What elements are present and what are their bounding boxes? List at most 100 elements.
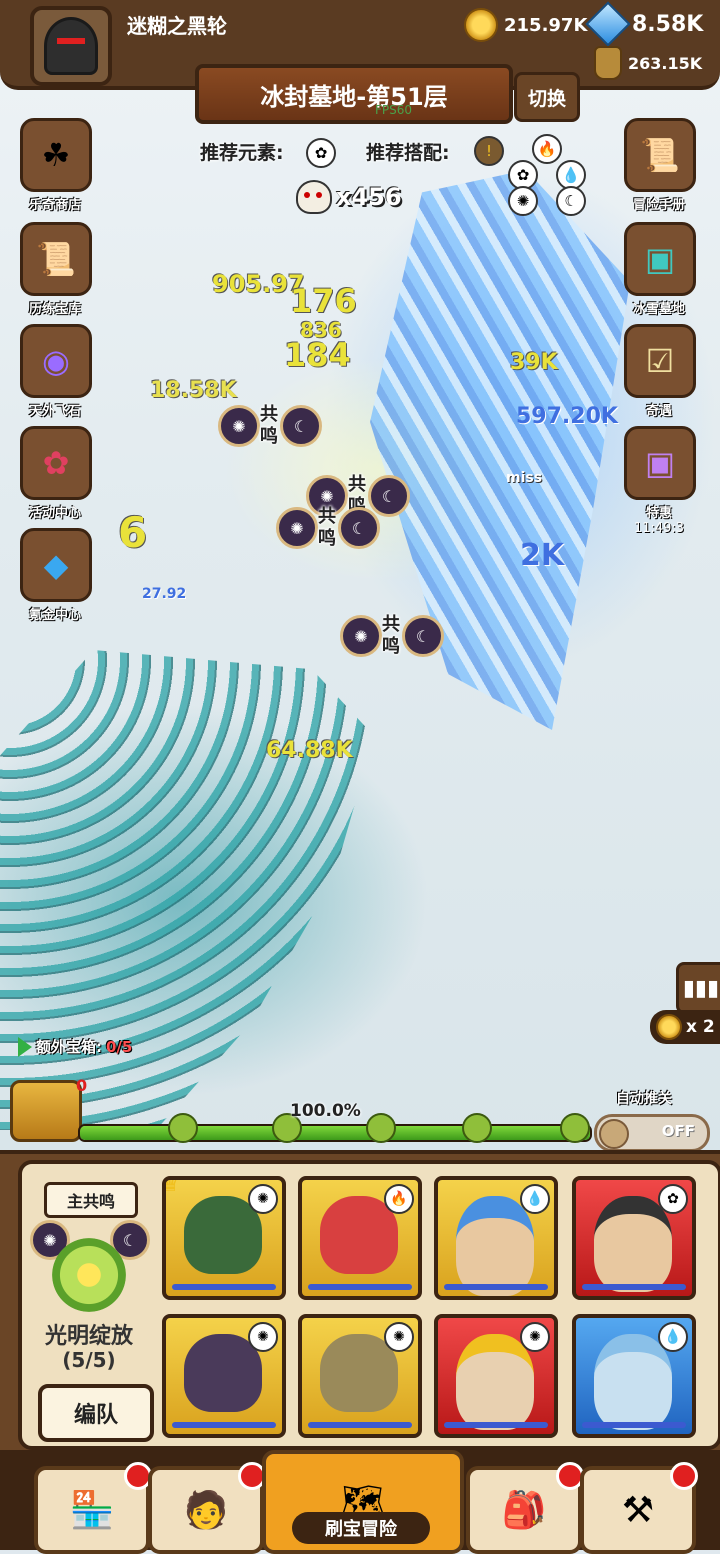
gift-chest-icon: ▣ xyxy=(624,426,696,500)
water-element-icon: 💧 xyxy=(520,1184,550,1214)
menu-label: 活动中心 xyxy=(28,506,81,521)
resonance-marker: ✺ 共鸣 ☾ xyxy=(218,404,322,448)
hero-card-king[interactable]: ✺ xyxy=(434,1314,558,1438)
nav-shop[interactable]: 🏪 xyxy=(34,1462,152,1554)
gem-counter[interactable]: 8.58K xyxy=(585,1,703,47)
hero-card-blue-hair[interactable]: 💧 xyxy=(434,1176,558,1300)
toggle-knob xyxy=(599,1119,629,1149)
hero-level-bar xyxy=(308,1284,412,1290)
player-avatar[interactable] xyxy=(30,6,112,86)
damage-number: 39K xyxy=(510,350,558,375)
hero-card-ice-crown[interactable]: 💧 xyxy=(572,1314,696,1438)
resonance-skill-name: 光明绽放 xyxy=(44,1324,133,1349)
damage-number: 597.20K xyxy=(516,404,618,429)
diamond-icon: ◆ xyxy=(20,528,92,602)
stats-button[interactable]: ▮▮▮ xyxy=(676,962,720,1014)
special-offer-button[interactable]: ▣ 特惠 11:49:3 xyxy=(624,426,696,536)
stage-banner: 冰封墓地-第51层 xyxy=(195,64,513,124)
speed-value: x 2 xyxy=(686,1017,715,1037)
warning-icon[interactable]: ! xyxy=(474,136,504,166)
light-element-icon: ✺ xyxy=(248,1322,278,1352)
hero-card-purple-hood[interactable]: ✺ xyxy=(162,1314,286,1438)
key-icon xyxy=(168,1113,198,1143)
lucky-shop-button[interactable]: ☘ 乐奇商店 xyxy=(20,118,92,213)
hero-card-red-demon[interactable]: 🔥 xyxy=(298,1176,422,1300)
extra-chest-count: 0/5 xyxy=(106,1037,133,1056)
menu-label: 奇遇 xyxy=(645,404,672,419)
meteor-stone-button[interactable]: ◉ 天外飞石 xyxy=(20,324,92,419)
recommend-combo-label: 推荐搭配: xyxy=(366,142,450,164)
extra-chest-progress: 额外宝箱: 0/5 xyxy=(18,1036,132,1057)
sun-icon: ✺ xyxy=(276,507,318,549)
auto-advance-toggle[interactable]: OFF xyxy=(594,1114,710,1152)
wind-element-icon: ✿ xyxy=(658,1184,688,1214)
speed-toggle[interactable]: x 2 xyxy=(650,1010,720,1044)
hero-card-hooded-green[interactable]: ✺ ♛ xyxy=(162,1176,286,1300)
stage-title: 冰封墓地-第51层 xyxy=(260,82,448,111)
nav-heroes[interactable]: 🧑 xyxy=(148,1462,266,1554)
portal-icon: ◉ xyxy=(20,324,92,398)
resonance-marker: ✺ 共鸣 ☾ xyxy=(340,614,444,658)
gold-amount: 215.97K xyxy=(504,14,588,36)
light-element-icon: ✺ xyxy=(384,1322,414,1352)
encounter-button[interactable]: ☑ 奇遇 xyxy=(624,324,696,419)
reward-chest[interactable] xyxy=(10,1080,82,1142)
kill-counter: x456 xyxy=(296,180,402,214)
event-center-button[interactable]: ✿ 活动中心 xyxy=(20,426,92,521)
wing-icon: ☾ xyxy=(402,615,444,657)
hero-level-bar xyxy=(444,1284,548,1290)
gold-counter[interactable]: 215.97K xyxy=(464,8,587,42)
damage-number: 176 xyxy=(290,282,357,320)
light-element-icon: ✺ xyxy=(508,186,538,216)
hero-card-scarred[interactable]: ✿ xyxy=(572,1176,696,1300)
nav-forge[interactable]: ⚒ xyxy=(580,1462,698,1554)
formation-button[interactable]: 编队 xyxy=(38,1384,154,1442)
adventure-manual-button[interactable]: 📜 冒险手册 xyxy=(624,118,696,213)
miss-text: miss xyxy=(506,470,543,486)
damage-number: 2K xyxy=(520,538,565,573)
toggle-state: OFF xyxy=(661,1122,695,1140)
potion-counter[interactable]: 263.15K xyxy=(594,46,702,80)
water-element-icon: 💧 xyxy=(658,1322,688,1352)
menu-label: 历练宝库 xyxy=(28,302,81,317)
hero-card-spartan[interactable]: ✺ xyxy=(298,1314,422,1438)
ice-crown-hero-portrait xyxy=(594,1334,672,1430)
offer-timer: 11:49:3 xyxy=(633,521,685,536)
play-arrow-icon xyxy=(18,1036,32,1057)
switch-stage-button[interactable]: 切换 xyxy=(514,72,580,122)
scroll-vault-icon: 📜 xyxy=(20,222,92,296)
recommend-element-label: 推荐元素: xyxy=(200,142,284,164)
gold-coin-icon xyxy=(464,8,498,42)
scroll-icon: 📜 xyxy=(624,118,696,192)
nav-adventure-label: 刷宝冒险 xyxy=(292,1512,430,1544)
backpack-icon: 🎒 xyxy=(501,1490,547,1531)
knight-helmet-icon xyxy=(44,17,98,75)
battlefield xyxy=(0,0,720,1150)
training-vault-button[interactable]: 📜 历练宝库 xyxy=(20,222,92,317)
purchase-center-button[interactable]: ◆ 氪金中心 xyxy=(20,528,92,623)
treasure-chest-icon: ▣ xyxy=(624,222,696,296)
resonance-marker: ✺ 共鸣 ☾ xyxy=(276,506,380,550)
menu-label: 冒险手册 xyxy=(632,198,685,213)
resonance-text: 共鸣 xyxy=(318,506,336,549)
menu-label: 冰雪墓地 xyxy=(632,302,685,317)
shop-icon: 🏪 xyxy=(69,1490,115,1531)
resonance-text: 共鸣 xyxy=(260,404,278,447)
main-resonance-label: 主共鸣 xyxy=(44,1182,138,1218)
bar-chart-icon: ▮▮▮ xyxy=(682,975,720,1001)
menu-label: 乐奇商店 xyxy=(28,198,81,213)
hero-level-bar xyxy=(582,1284,686,1290)
bloom-flower-icon[interactable] xyxy=(52,1238,126,1312)
menu-label: 特惠 xyxy=(645,506,672,521)
auto-advance-label: 自动推关 xyxy=(616,1091,672,1107)
wind-element-icon[interactable]: ✿ xyxy=(306,138,336,168)
key-icon xyxy=(462,1113,492,1143)
clover-icon: ☘ xyxy=(20,118,92,192)
ice-graveyard-button[interactable]: ▣ 冰雪墓地 xyxy=(624,222,696,317)
sun-icon: ✺ xyxy=(218,405,260,447)
nav-backpack[interactable]: 🎒 xyxy=(466,1462,584,1554)
resonance-skill-count: (5/5) xyxy=(62,1348,116,1372)
potion-amount: 263.15K xyxy=(628,53,703,73)
sun-icon: ✺ xyxy=(340,615,382,657)
skull-icon xyxy=(296,180,332,214)
